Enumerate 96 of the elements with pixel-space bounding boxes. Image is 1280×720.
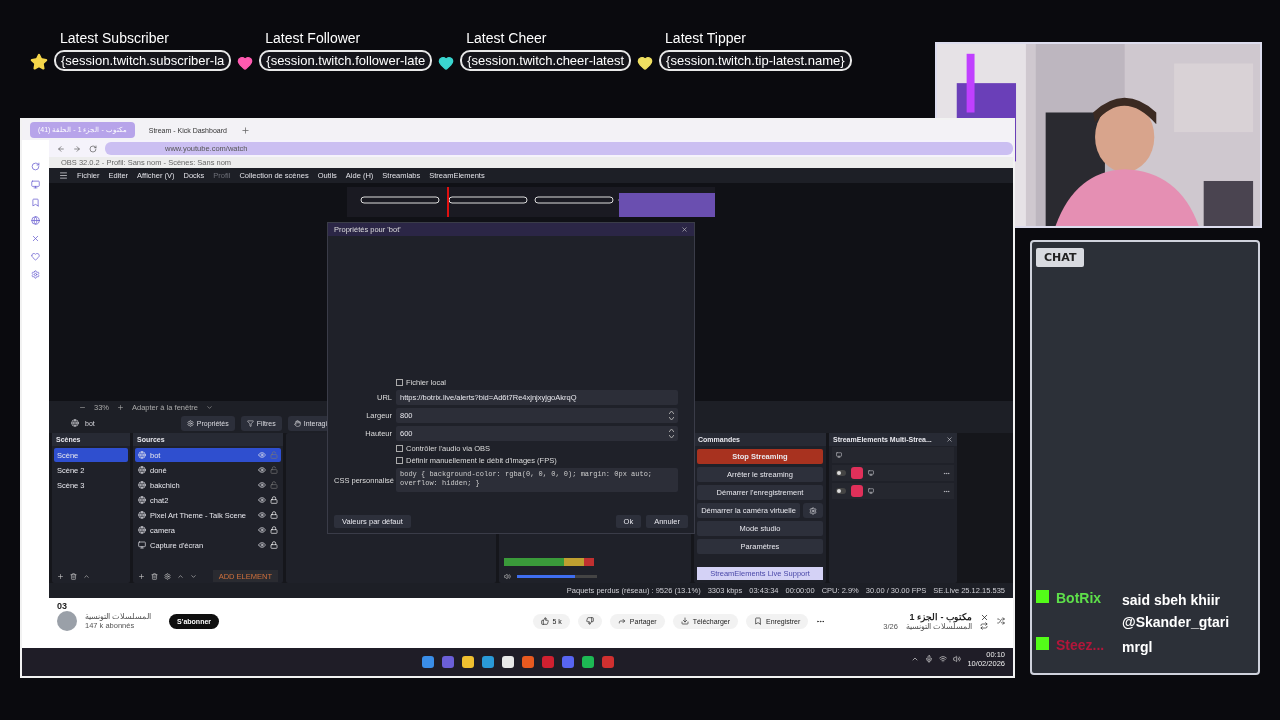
video-title: 03 [57, 601, 68, 611]
unlock-icon[interactable] [270, 466, 278, 474]
label-value: {session.twitch.subscriber-la [54, 50, 232, 71]
down-icon[interactable] [190, 572, 197, 580]
spinner-arrows-icon[interactable] [669, 429, 674, 438]
close-icon[interactable] [31, 234, 40, 243]
zoom-in-icon[interactable] [117, 403, 124, 411]
globe-icon [138, 526, 146, 534]
history-icon[interactable] [31, 162, 40, 171]
reload-icon[interactable] [89, 144, 97, 153]
spinner-arrows-icon[interactable] [669, 411, 674, 420]
hand-icon [293, 419, 301, 427]
checkbox[interactable] [396, 379, 403, 386]
gear-icon [186, 419, 194, 427]
eye-icon[interactable] [258, 481, 266, 489]
eye-icon[interactable] [258, 496, 266, 504]
unlock-icon[interactable] [270, 481, 278, 489]
new-tab-icon[interactable] [240, 125, 250, 135]
platform-icon [851, 467, 863, 479]
download-icon [680, 617, 689, 625]
platform-icon [851, 485, 863, 497]
settings-button[interactable] [803, 503, 823, 518]
checkbox[interactable] [396, 445, 403, 452]
label-value: {session.twitch.follower-late [259, 50, 433, 71]
checkbox[interactable] [396, 457, 403, 464]
app-icon[interactable] [581, 656, 594, 668]
lock-icon[interactable] [270, 541, 278, 549]
globe-icon [138, 496, 146, 504]
label-title: Latest Tipper [664, 30, 747, 46]
channel-avatar [57, 611, 77, 631]
bookmark-icon[interactable] [31, 198, 40, 207]
globe-icon[interactable] [31, 216, 40, 225]
eye-icon[interactable] [258, 466, 266, 474]
chat-username: Steez... [1056, 637, 1106, 654]
globe-icon [71, 419, 79, 427]
trash-icon[interactable] [70, 572, 77, 580]
trash-icon[interactable] [151, 572, 158, 580]
heart-icon [237, 55, 254, 71]
platform-icon [1036, 637, 1049, 651]
eye-icon[interactable] [258, 526, 266, 534]
lock-icon[interactable] [270, 511, 278, 519]
label-value: {session.twitch.cheer-latest [460, 50, 632, 71]
eye-icon[interactable] [258, 451, 266, 459]
chevron-icon[interactable] [911, 655, 920, 663]
globe-icon [138, 451, 146, 459]
globe-icon [138, 481, 146, 489]
heart-icon[interactable] [31, 252, 40, 261]
filter-icon [246, 419, 254, 427]
eye-icon[interactable] [258, 511, 266, 519]
repeat-icon[interactable] [980, 621, 988, 630]
menu-icon[interactable] [59, 171, 68, 180]
gear-icon [809, 506, 817, 515]
dislike-button[interactable] [577, 613, 602, 629]
platform-icon [1036, 589, 1049, 603]
settings-icon[interactable] [31, 270, 40, 279]
output-toggle[interactable] [836, 470, 846, 476]
volume-slider[interactable] [517, 574, 597, 578]
app-icon[interactable] [501, 656, 514, 668]
output-toggle[interactable] [836, 488, 846, 494]
playlist-title: مكتوب - الجزء 1 [909, 611, 972, 622]
caret-icon[interactable] [205, 403, 213, 411]
up-icon[interactable] [177, 572, 184, 580]
globe-icon [138, 466, 146, 474]
add-icon[interactable] [57, 572, 64, 580]
monitor-icon [836, 452, 842, 458]
lock-icon[interactable] [270, 496, 278, 504]
volume-icon[interactable] [504, 572, 511, 580]
monitor-icon [868, 488, 874, 494]
label-value: {session.twitch.tip-latest.name} [659, 50, 852, 71]
bookmark-icon [754, 617, 763, 625]
heart-icon [637, 55, 654, 71]
label-title: Latest Cheer [465, 30, 548, 46]
chat-username: BotRix [1056, 589, 1103, 606]
thumbs-up-icon [540, 617, 549, 625]
label-title: Latest Subscriber [59, 30, 170, 46]
globe-icon [138, 511, 146, 519]
up-icon[interactable] [83, 572, 90, 580]
thumbs-down-icon [585, 617, 594, 625]
eye-icon[interactable] [258, 541, 266, 549]
chat-title: CHAT [1036, 248, 1085, 267]
chat-message: mrgl [1122, 638, 1154, 658]
heart-icon [438, 55, 455, 71]
label-title: Latest Follower [264, 30, 362, 46]
close-icon[interactable] [980, 612, 989, 622]
wifi-icon[interactable] [939, 655, 948, 663]
shuffle-icon[interactable] [997, 617, 1005, 625]
app-icon[interactable] [461, 656, 474, 668]
monitor-icon [868, 470, 874, 476]
add-icon[interactable] [138, 572, 145, 580]
lock-icon[interactable] [270, 526, 278, 534]
share-arrow-icon [617, 617, 626, 625]
star-icon [30, 53, 48, 71]
monitor-icon [138, 541, 146, 549]
volume-icon[interactable] [953, 655, 962, 663]
monitor-icon[interactable] [31, 180, 40, 189]
mic-icon[interactable] [925, 655, 934, 663]
